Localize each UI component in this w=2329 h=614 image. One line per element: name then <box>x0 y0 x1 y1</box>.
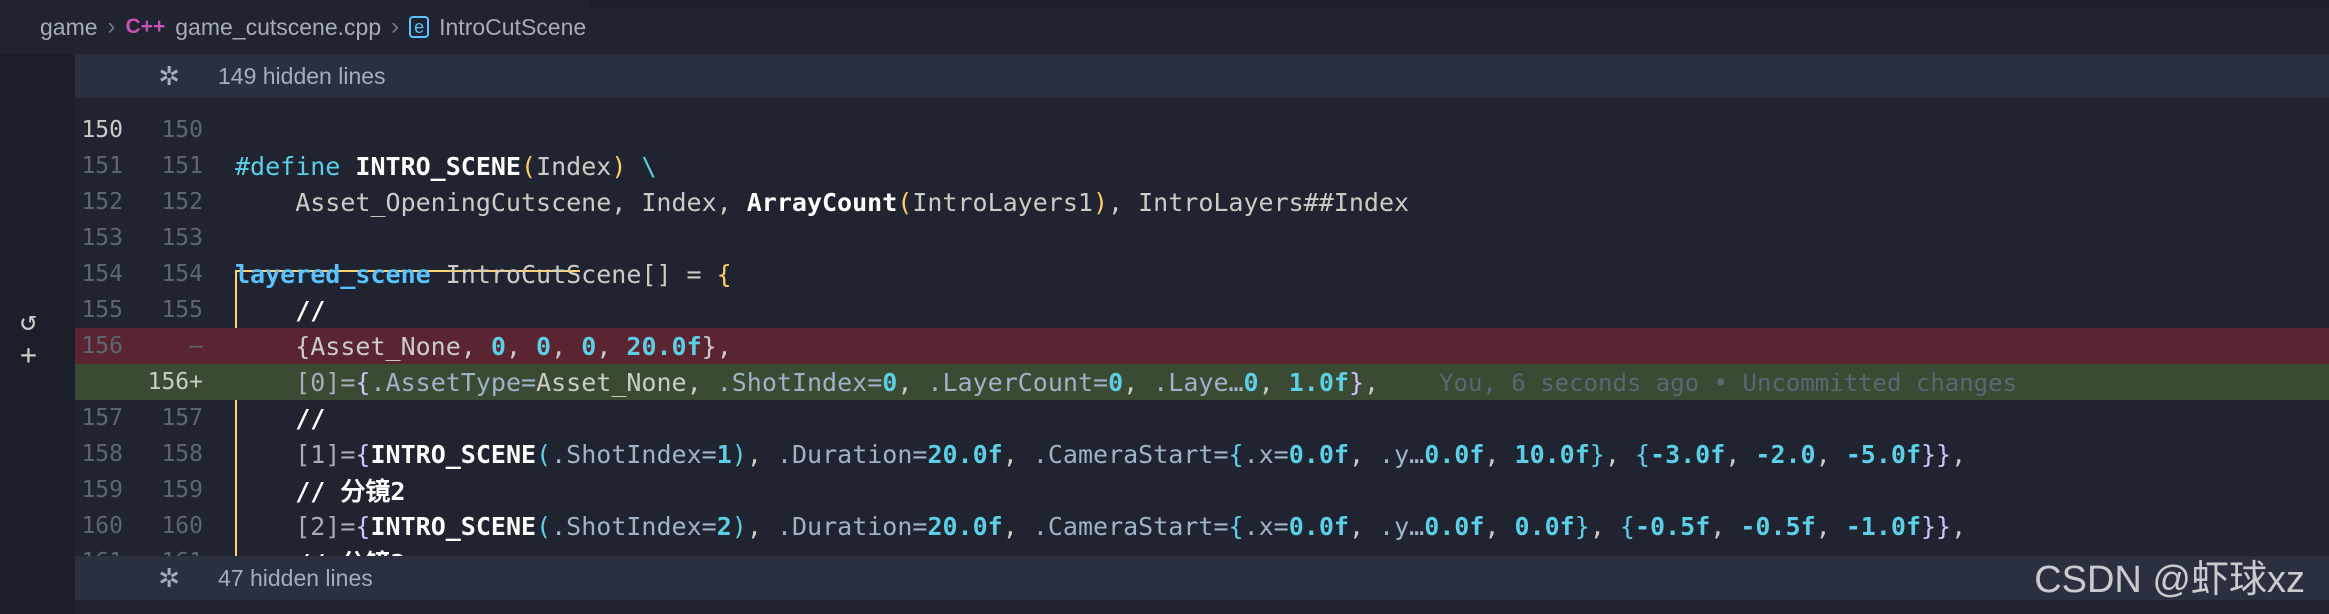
unfold-icon[interactable]: ✲ <box>75 61 180 92</box>
line-number-new: 155 <box>161 297 203 323</box>
added-line[interactable]: 156+ [0]={.AssetType=Asset_None, .ShotIn… <box>75 364 2329 400</box>
code-line[interactable]: 150 150 <box>75 112 2329 148</box>
deleted-marker: — <box>189 333 203 359</box>
code-text: [1]={INTRO_SCENE(.ShotIndex=1), .Duratio… <box>235 439 1967 469</box>
line-number-new: 156+ <box>147 369 203 395</box>
watermark: CSDN @虾球xz <box>2034 559 2305 601</box>
diff-editor[interactable]: ✲ 149 hidden lines 150 150 151 151 #defi… <box>75 54 2329 614</box>
line-number-old: 150 <box>81 117 123 143</box>
hidden-lines-bar-top[interactable]: ✲ 149 hidden lines <box>75 54 2329 98</box>
diff-action-strip: ↺ + <box>0 54 75 614</box>
cpp-file-icon: C++ <box>125 15 166 38</box>
line-number-old: 159 <box>81 477 123 503</box>
line-number-new: 152 <box>161 189 203 215</box>
line-number-new: 159 <box>161 477 203 503</box>
line-number-new: 157 <box>161 405 203 431</box>
code-line[interactable]: 159 159 // 分镜2 <box>75 472 2329 508</box>
line-number-old: 154 <box>81 261 123 287</box>
breadcrumb-folder[interactable]: game <box>40 14 98 41</box>
code-text: [2]={INTRO_SCENE(.ShotIndex=2), .Duratio… <box>235 511 1967 541</box>
chevron-right-icon: › <box>107 13 116 40</box>
variable-symbol-icon: e <box>409 16 430 38</box>
stage-change-icon[interactable]: + <box>20 338 37 371</box>
line-number-old: 153 <box>81 225 123 251</box>
line-number-new: 158 <box>161 441 203 467</box>
code-text: // <box>235 295 326 325</box>
hidden-lines-label: 47 hidden lines <box>218 564 373 591</box>
code-text: // 分镜2 <box>235 477 406 506</box>
hidden-lines-bar-bottom[interactable]: ✲ 47 hidden lines <box>75 556 2329 600</box>
chevron-right-icon: › <box>391 13 400 40</box>
breadcrumb-symbol[interactable]: IntroCutScene <box>439 14 586 41</box>
line-number-old: 157 <box>81 405 123 431</box>
revert-change-icon[interactable]: ↺ <box>20 304 37 337</box>
code-line[interactable]: 154 154 layered_scene IntroCutScene[] = … <box>75 256 2329 292</box>
breadcrumb-file[interactable]: game_cutscene.cpp <box>175 14 381 41</box>
code-text: {Asset_None, 0, 0, 0, 20.0f}, <box>235 331 732 361</box>
breadcrumb: game › C++ game_cutscene.cpp › e IntroCu… <box>40 0 2329 54</box>
git-blame-annotation: You, 6 seconds ago • Uncommitted changes <box>1439 368 2018 397</box>
deleted-line[interactable]: 156 — {Asset_None, 0, 0, 0, 20.0f}, <box>75 328 2329 364</box>
line-number-old: 151 <box>81 153 123 179</box>
line-number-old: 160 <box>81 513 123 539</box>
line-number-old: 155 <box>81 297 123 323</box>
line-number-old: 156 <box>81 333 123 359</box>
code-line[interactable]: 153 153 <box>75 220 2329 256</box>
line-number-old: 158 <box>81 441 123 467</box>
line-number-new: 154 <box>161 261 203 287</box>
line-number-old: 152 <box>81 189 123 215</box>
line-number-new: 160 <box>161 513 203 539</box>
code-line[interactable]: 151 151 #define INTRO_SCENE(Index) \ <box>75 148 2329 184</box>
code-line[interactable]: 160 160 [2]={INTRO_SCENE(.ShotIndex=2), … <box>75 508 2329 544</box>
hidden-lines-label: 149 hidden lines <box>218 62 386 89</box>
code-line[interactable]: 152 152 Asset_OpeningCutscene, Index, Ar… <box>75 184 2329 220</box>
line-number-new: 153 <box>161 225 203 251</box>
code-text: #define INTRO_SCENE(Index) \ <box>235 151 657 181</box>
code-text: // <box>235 403 326 433</box>
line-number-new: 151 <box>161 153 203 179</box>
code-line[interactable]: 157 157 // <box>75 400 2329 436</box>
unfold-icon[interactable]: ✲ <box>75 563 180 594</box>
code-line[interactable]: 155 155 // <box>75 292 2329 328</box>
code-text: [0]={.AssetType=Asset_None, .ShotIndex=0… <box>235 367 2018 397</box>
code-text: Asset_OpeningCutscene, Index, ArrayCount… <box>235 187 1410 217</box>
line-number-new: 150 <box>161 117 203 143</box>
code-line[interactable]: 158 158 [1]={INTRO_SCENE(.ShotIndex=1), … <box>75 436 2329 472</box>
code-text: layered_scene IntroCutScene[] = { <box>235 259 732 289</box>
